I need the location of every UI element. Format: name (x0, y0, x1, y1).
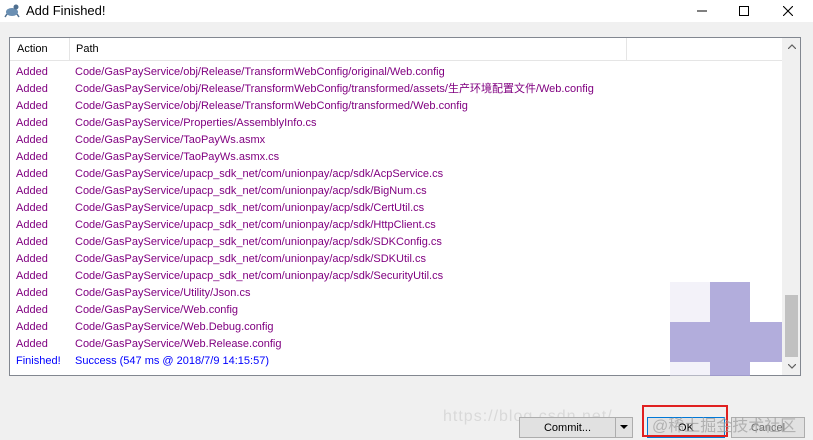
window-title: Add Finished! (26, 3, 106, 18)
list-row[interactable]: Added Code/GasPayService/obj/Release/Tran… (10, 98, 785, 115)
row-action: Added (16, 100, 48, 112)
row-action: Added (16, 338, 48, 350)
minimize-icon (697, 10, 707, 12)
list-row[interactable]: Added Code/GasPayService/Web.Debug.config (10, 319, 785, 336)
commit-button[interactable]: Commit... (519, 417, 616, 438)
list-row[interactable]: Added Code/GasPayService/Web.Release.conf… (10, 336, 785, 353)
list-row[interactable]: Added Code/GasPayService/TaoPayWs.asmx (10, 132, 785, 149)
row-action: Finished! (16, 355, 61, 367)
row-path: Success (547 ms @ 2018/7/9 14:15:57) (75, 355, 269, 367)
list-row[interactable]: Added Code/GasPayService/upacp_sdk_net/co… (10, 234, 785, 251)
list-row[interactable]: Added Code/GasPayService/upacp_sdk_net/co… (10, 183, 785, 200)
row-path: Code/GasPayService/obj/Release/Transform… (75, 100, 468, 112)
row-action: Added (16, 287, 48, 299)
minimize-button[interactable] (680, 0, 724, 22)
row-path: Code/GasPayService/Properties/AssemblyIn… (75, 117, 317, 129)
row-path: Code/GasPayService/upacp_sdk_net/com/uni… (75, 219, 436, 231)
commit-dropdown-button[interactable] (615, 417, 633, 438)
brand-watermark: @稀土掘金技术社区 (652, 418, 797, 435)
row-action: Added (16, 66, 48, 78)
list-row[interactable]: Added Code/GasPayService/upacp_sdk_net/co… (10, 200, 785, 217)
row-path: Code/GasPayService/upacp_sdk_net/com/uni… (75, 270, 444, 282)
tortoisegit-app-icon (4, 4, 20, 18)
dropdown-arrow-icon (620, 425, 628, 429)
row-action: Added (16, 202, 48, 214)
row-path: Code/GasPayService/Utility/Json.cs (75, 287, 251, 299)
row-path: Code/GasPayService/TaoPayWs.asmx (75, 134, 266, 146)
row-action: Added (16, 253, 48, 265)
list-row[interactable]: Added Code/GasPayService/upacp_sdk_net/co… (10, 217, 785, 234)
row-action: Added (16, 236, 48, 248)
row-action: Added (16, 270, 48, 282)
row-action: Added (16, 83, 48, 95)
list-row[interactable]: Added Code/GasPayService/Utility/Json.cs (10, 285, 785, 302)
row-path: Code/GasPayService/Web.Release.config (75, 338, 282, 350)
list-row[interactable]: Added Code/GasPayService/obj/Release/Tran… (10, 81, 785, 98)
column-header-action[interactable]: Action (17, 43, 48, 55)
scroll-down-button[interactable] (783, 358, 800, 375)
row-path: Code/GasPayService/obj/Release/Transform… (75, 66, 445, 78)
row-path: Code/GasPayService/upacp_sdk_net/com/uni… (75, 185, 427, 197)
list-row[interactable]: Added Code/GasPayService/upacp_sdk_net/co… (10, 251, 785, 268)
row-action: Added (16, 185, 48, 197)
list-row[interactable]: Added Code/GasPayService/Properties/Assem… (10, 115, 785, 132)
row-path: Code/GasPayService/TaoPayWs.asmx.cs (75, 151, 280, 163)
row-action: Added (16, 219, 48, 231)
row-action: Added (16, 321, 48, 333)
list-row[interactable]: Added Code/GasPayService/Web.config (10, 302, 785, 319)
row-path: Code/GasPayService/upacp_sdk_net/com/uni… (75, 236, 442, 248)
row-path: Code/GasPayService/upacp_sdk_net/com/uni… (75, 168, 444, 180)
list-row[interactable]: Added Code/GasPayService/upacp_sdk_net/co… (10, 166, 785, 183)
list-header: Action Path (10, 38, 785, 61)
row-path: Code/GasPayService/upacp_sdk_net/com/uni… (75, 202, 425, 214)
row-action: Added (16, 168, 48, 180)
maximize-button[interactable] (722, 0, 766, 22)
row-path: Code/GasPayService/upacp_sdk_net/com/uni… (75, 253, 426, 265)
row-action: Added (16, 117, 48, 129)
column-separator[interactable] (69, 38, 70, 60)
title-bar: Add Finished! (0, 0, 813, 22)
scrollbar-thumb[interactable] (785, 295, 798, 357)
close-icon (783, 6, 793, 16)
row-action: Added (16, 151, 48, 163)
chevron-up-icon (787, 44, 796, 49)
row-action: Added (16, 304, 48, 316)
close-button[interactable] (766, 0, 810, 22)
row-path: Code/GasPayService/Web.config (75, 304, 239, 316)
list-rows: Added Code/GasPayService/obj/Release/Tran… (10, 64, 785, 370)
results-list[interactable]: Action Path Added Code/GasPayService/obj/… (9, 37, 801, 402)
chevron-down-icon (787, 364, 796, 369)
row-path: Code/GasPayService/Web.Debug.config (75, 321, 274, 333)
maximize-icon (739, 6, 749, 16)
column-header-path[interactable]: Path (76, 43, 99, 55)
row-action: Added (16, 134, 48, 146)
vertical-scrollbar[interactable] (782, 38, 800, 375)
list-row[interactable]: Added Code/GasPayService/TaoPayWs.asmx.cs (10, 149, 785, 166)
list-row-summary[interactable]: Finished! Success (547 ms @ 2018/7/9 14:1… (10, 353, 785, 370)
list-row[interactable]: Added Code/GasPayService/upacp_sdk_net/co… (10, 268, 785, 285)
column-separator[interactable] (626, 38, 627, 60)
row-path: Code/GasPayService/obj/Release/Transform… (75, 83, 594, 95)
scroll-up-button[interactable] (783, 38, 800, 55)
list-row[interactable]: Added Code/GasPayService/obj/Release/Tran… (10, 64, 785, 81)
